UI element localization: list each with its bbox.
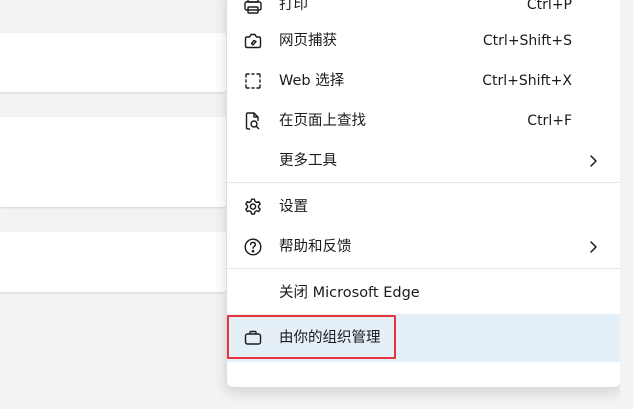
menu-item-print[interactable]: 打印 Ctrl+P xyxy=(227,0,620,23)
menu-item-label: 打印 xyxy=(279,0,308,13)
menu-item-label: 更多工具 xyxy=(279,153,337,169)
help-icon xyxy=(243,237,263,257)
background-card-3 xyxy=(0,232,229,292)
menu-item-label: 在页面上查找 xyxy=(279,113,366,129)
menu-item-web-capture[interactable]: 网页捕获 Ctrl+Shift+S xyxy=(227,23,620,59)
chevron-right-icon xyxy=(586,153,600,169)
chevron-right-icon xyxy=(586,239,600,255)
menu-item-find-on-page[interactable]: 在页面上查找 Ctrl+F xyxy=(227,103,620,139)
menu-item-label: Web 选择 xyxy=(279,73,345,89)
web-capture-icon xyxy=(243,31,263,51)
page-edge xyxy=(620,0,633,409)
print-icon xyxy=(243,0,263,15)
menu-item-shortcut: Ctrl+F xyxy=(527,113,572,129)
web-select-icon xyxy=(243,71,263,91)
background-card-1 xyxy=(0,33,229,92)
menu-item-shortcut: Ctrl+Shift+S xyxy=(482,33,572,49)
menu-item-help-feedback[interactable]: 帮助和反馈 xyxy=(227,229,620,265)
menu-item-label: 设置 xyxy=(279,199,308,215)
highlight-box xyxy=(227,315,396,359)
menu-item-label: 网页捕获 xyxy=(279,33,337,49)
background-card-2 xyxy=(0,117,229,207)
find-on-page-icon xyxy=(243,111,263,131)
gear-icon xyxy=(243,197,263,217)
menu-item-shortcut: Ctrl+Shift+X xyxy=(482,73,572,89)
menu-separator xyxy=(227,182,620,183)
menu-item-label: 关闭 Microsoft Edge xyxy=(279,285,420,301)
menu-separator xyxy=(227,268,620,269)
menu-item-more-tools[interactable]: 更多工具 xyxy=(227,143,620,179)
menu-item-shortcut: Ctrl+P xyxy=(526,0,572,13)
menu-item-label: 帮助和反馈 xyxy=(279,239,352,255)
menu-item-close-edge[interactable]: 关闭 Microsoft Edge xyxy=(227,275,620,311)
menu-item-settings[interactable]: 设置 xyxy=(227,189,620,225)
menu-item-web-select[interactable]: Web 选择 Ctrl+Shift+X xyxy=(227,63,620,99)
